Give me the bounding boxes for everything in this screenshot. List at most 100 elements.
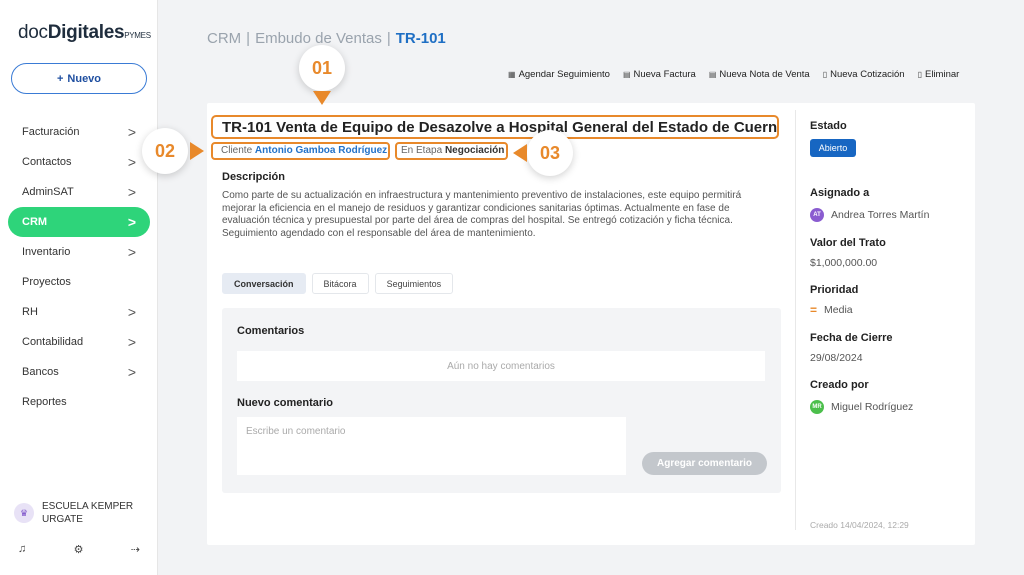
sidebar: docDigitalesPYMES + Nuevo Facturación > C… (0, 0, 158, 575)
stage-label: En Etapa (401, 145, 443, 156)
panel-divider (795, 110, 796, 530)
sidebar-item-rh[interactable]: RH > (8, 297, 150, 327)
callout-01: 01 (299, 45, 345, 91)
client-link[interactable]: Antonio Gamboa Rodríguez (255, 145, 387, 156)
add-comment-button[interactable]: Agregar comentario (642, 452, 767, 475)
tab-conversacion[interactable]: Conversación (222, 273, 306, 294)
sidebar-item-bancos[interactable]: Bancos > (8, 357, 150, 387)
chevron-right-icon: > (127, 214, 136, 230)
comments-title: Comentarios (237, 325, 305, 337)
sidebar-item-label: Facturación (22, 126, 80, 138)
description-text: Como parte de su actualización en infrae… (222, 190, 742, 239)
trash-icon: ▯ (917, 70, 922, 79)
sidebar-item-label: Reportes (22, 396, 67, 408)
sidebar-item-label: Inventario (22, 246, 71, 258)
calendar-icon: ▦ (508, 70, 516, 79)
chevron-right-icon: > (127, 364, 136, 380)
document-icon: ▤ (622, 70, 631, 79)
sidebar-item-label: Contabilidad (22, 336, 84, 348)
sidebar-item-contabilidad[interactable]: Contabilidad > (8, 327, 150, 357)
callout-arrow-down (313, 91, 331, 105)
sidebar-item-label: Proyectos (22, 276, 71, 288)
chevron-right-icon: > (127, 334, 136, 350)
sidebar-item-contactos[interactable]: Contactos > (8, 147, 150, 177)
assigned-label: Asignado a (810, 187, 870, 199)
action-toolbar: ▦ Agendar Seguimiento ▤ Nueva Factura ▤ Nue… (508, 69, 959, 80)
sidebar-item-proyectos[interactable]: Proyectos (8, 267, 150, 297)
created-by-value: MR Miguel Rodríguez (810, 400, 913, 414)
deal-title: TR-101 Venta de Equipo de Desazolve a Ho… (211, 115, 779, 139)
delete-label: Eliminar (924, 69, 960, 80)
close-date-value: 29/08/2024 (810, 352, 863, 364)
estado-label: Estado (810, 120, 847, 132)
document-icon: ▤ (708, 70, 717, 79)
sidebar-item-facturacion[interactable]: Facturación > (8, 117, 150, 147)
chevron-right-icon: > (127, 154, 136, 170)
comment-input[interactable] (237, 417, 626, 475)
priority-label: Prioridad (810, 284, 859, 296)
bell-icon[interactable]: ♫ (18, 543, 26, 556)
new-quote-button[interactable]: ▯ Nueva Cotización (823, 69, 905, 80)
sidebar-item-inventario[interactable]: Inventario > (8, 237, 150, 267)
assigned-name: Andrea Torres Martín (831, 209, 930, 221)
sidebar-item-label: Contactos (22, 156, 72, 168)
chevron-right-icon: > (127, 244, 136, 260)
new-invoice-label: Nueva Factura (633, 69, 696, 80)
file-icon: ▯ (822, 70, 828, 79)
plus-icon: + (56, 72, 64, 85)
organization-switcher[interactable]: ♛ ESCUELA KEMPER URGATE (14, 500, 142, 526)
new-comment-title: Nuevo comentario (237, 397, 333, 409)
sidebar-item-reportes[interactable]: Reportes (8, 387, 150, 417)
priority-medium-icon: = (810, 303, 818, 317)
new-button[interactable]: + Nuevo (11, 63, 147, 94)
schedule-followup-label: Agendar Seguimiento (518, 69, 610, 80)
schedule-followup-button[interactable]: ▦ Agendar Seguimiento (508, 69, 610, 80)
callout-02: 02 (142, 128, 188, 174)
description-title: Descripción (222, 171, 285, 183)
sidebar-item-label: Bancos (22, 366, 59, 378)
callout-03: 03 (527, 130, 573, 176)
sidebar-menu: Facturación > Contactos > AdminSAT > CRM > I… (8, 117, 150, 417)
tab-bitacora[interactable]: Bitácora (311, 273, 369, 294)
chevron-right-icon: > (127, 124, 136, 140)
callout-arrow-right (190, 142, 204, 160)
sidebar-footer: ♫ ⚙ ⇢ (18, 543, 140, 556)
breadcrumb-separator: | (386, 30, 391, 47)
avatar: AT (810, 208, 824, 222)
assigned-value[interactable]: AT Andrea Torres Martín (810, 208, 929, 222)
new-sales-note-label: Nueva Nota de Venta (719, 69, 810, 80)
chevron-right-icon: > (127, 184, 136, 200)
new-button-label: Nuevo (67, 72, 102, 85)
new-quote-label: Nueva Cotización (830, 69, 905, 80)
sidebar-item-adminsat[interactable]: AdminSAT > (8, 177, 150, 207)
org-name: ESCUELA KEMPER URGATE (42, 501, 134, 525)
tab-seguimientos[interactable]: Seguimientos (374, 273, 454, 294)
breadcrumb-crm[interactable]: CRM (207, 30, 241, 47)
deal-value: $1,000,000.00 (810, 257, 878, 269)
avatar: MR (810, 400, 824, 414)
breadcrumb-current: TR-101 (395, 30, 446, 47)
new-sales-note-button[interactable]: ▤ Nueva Nota de Venta (709, 69, 810, 80)
gear-icon[interactable]: ⚙ (74, 543, 84, 556)
sidebar-item-label: CRM (22, 216, 48, 228)
callout-arrow-left (513, 144, 527, 162)
chevron-right-icon: > (127, 304, 136, 320)
stage-value: Negociación (444, 145, 505, 156)
priority-text: Media (824, 304, 853, 316)
client-label: Cliente (221, 145, 253, 156)
school-icon: ♛ (14, 503, 34, 523)
sidebar-item-crm[interactable]: CRM > (8, 207, 150, 237)
value-label: Valor del Trato (810, 237, 886, 249)
priority-value: = Media (810, 304, 853, 316)
status-badge[interactable]: Abierto (810, 139, 856, 157)
tabs: Conversación Bitácora Seguimientos (222, 273, 454, 294)
deal-client: Cliente Antonio Gamboa Rodríguez (211, 142, 390, 160)
logout-icon[interactable]: ⇢ (131, 543, 140, 556)
close-date-label: Fecha de Cierre (810, 332, 893, 344)
sidebar-item-label: RH (22, 306, 38, 318)
new-invoice-button[interactable]: ▤ Nueva Factura (623, 69, 696, 80)
created-by-label: Creado por (810, 379, 869, 391)
brand-logo[interactable]: docDigitalesPYMES (18, 22, 151, 44)
created-timestamp: Creado 14/04/2024, 12:29 (810, 520, 909, 530)
delete-button[interactable]: ▯ Eliminar (918, 69, 960, 80)
